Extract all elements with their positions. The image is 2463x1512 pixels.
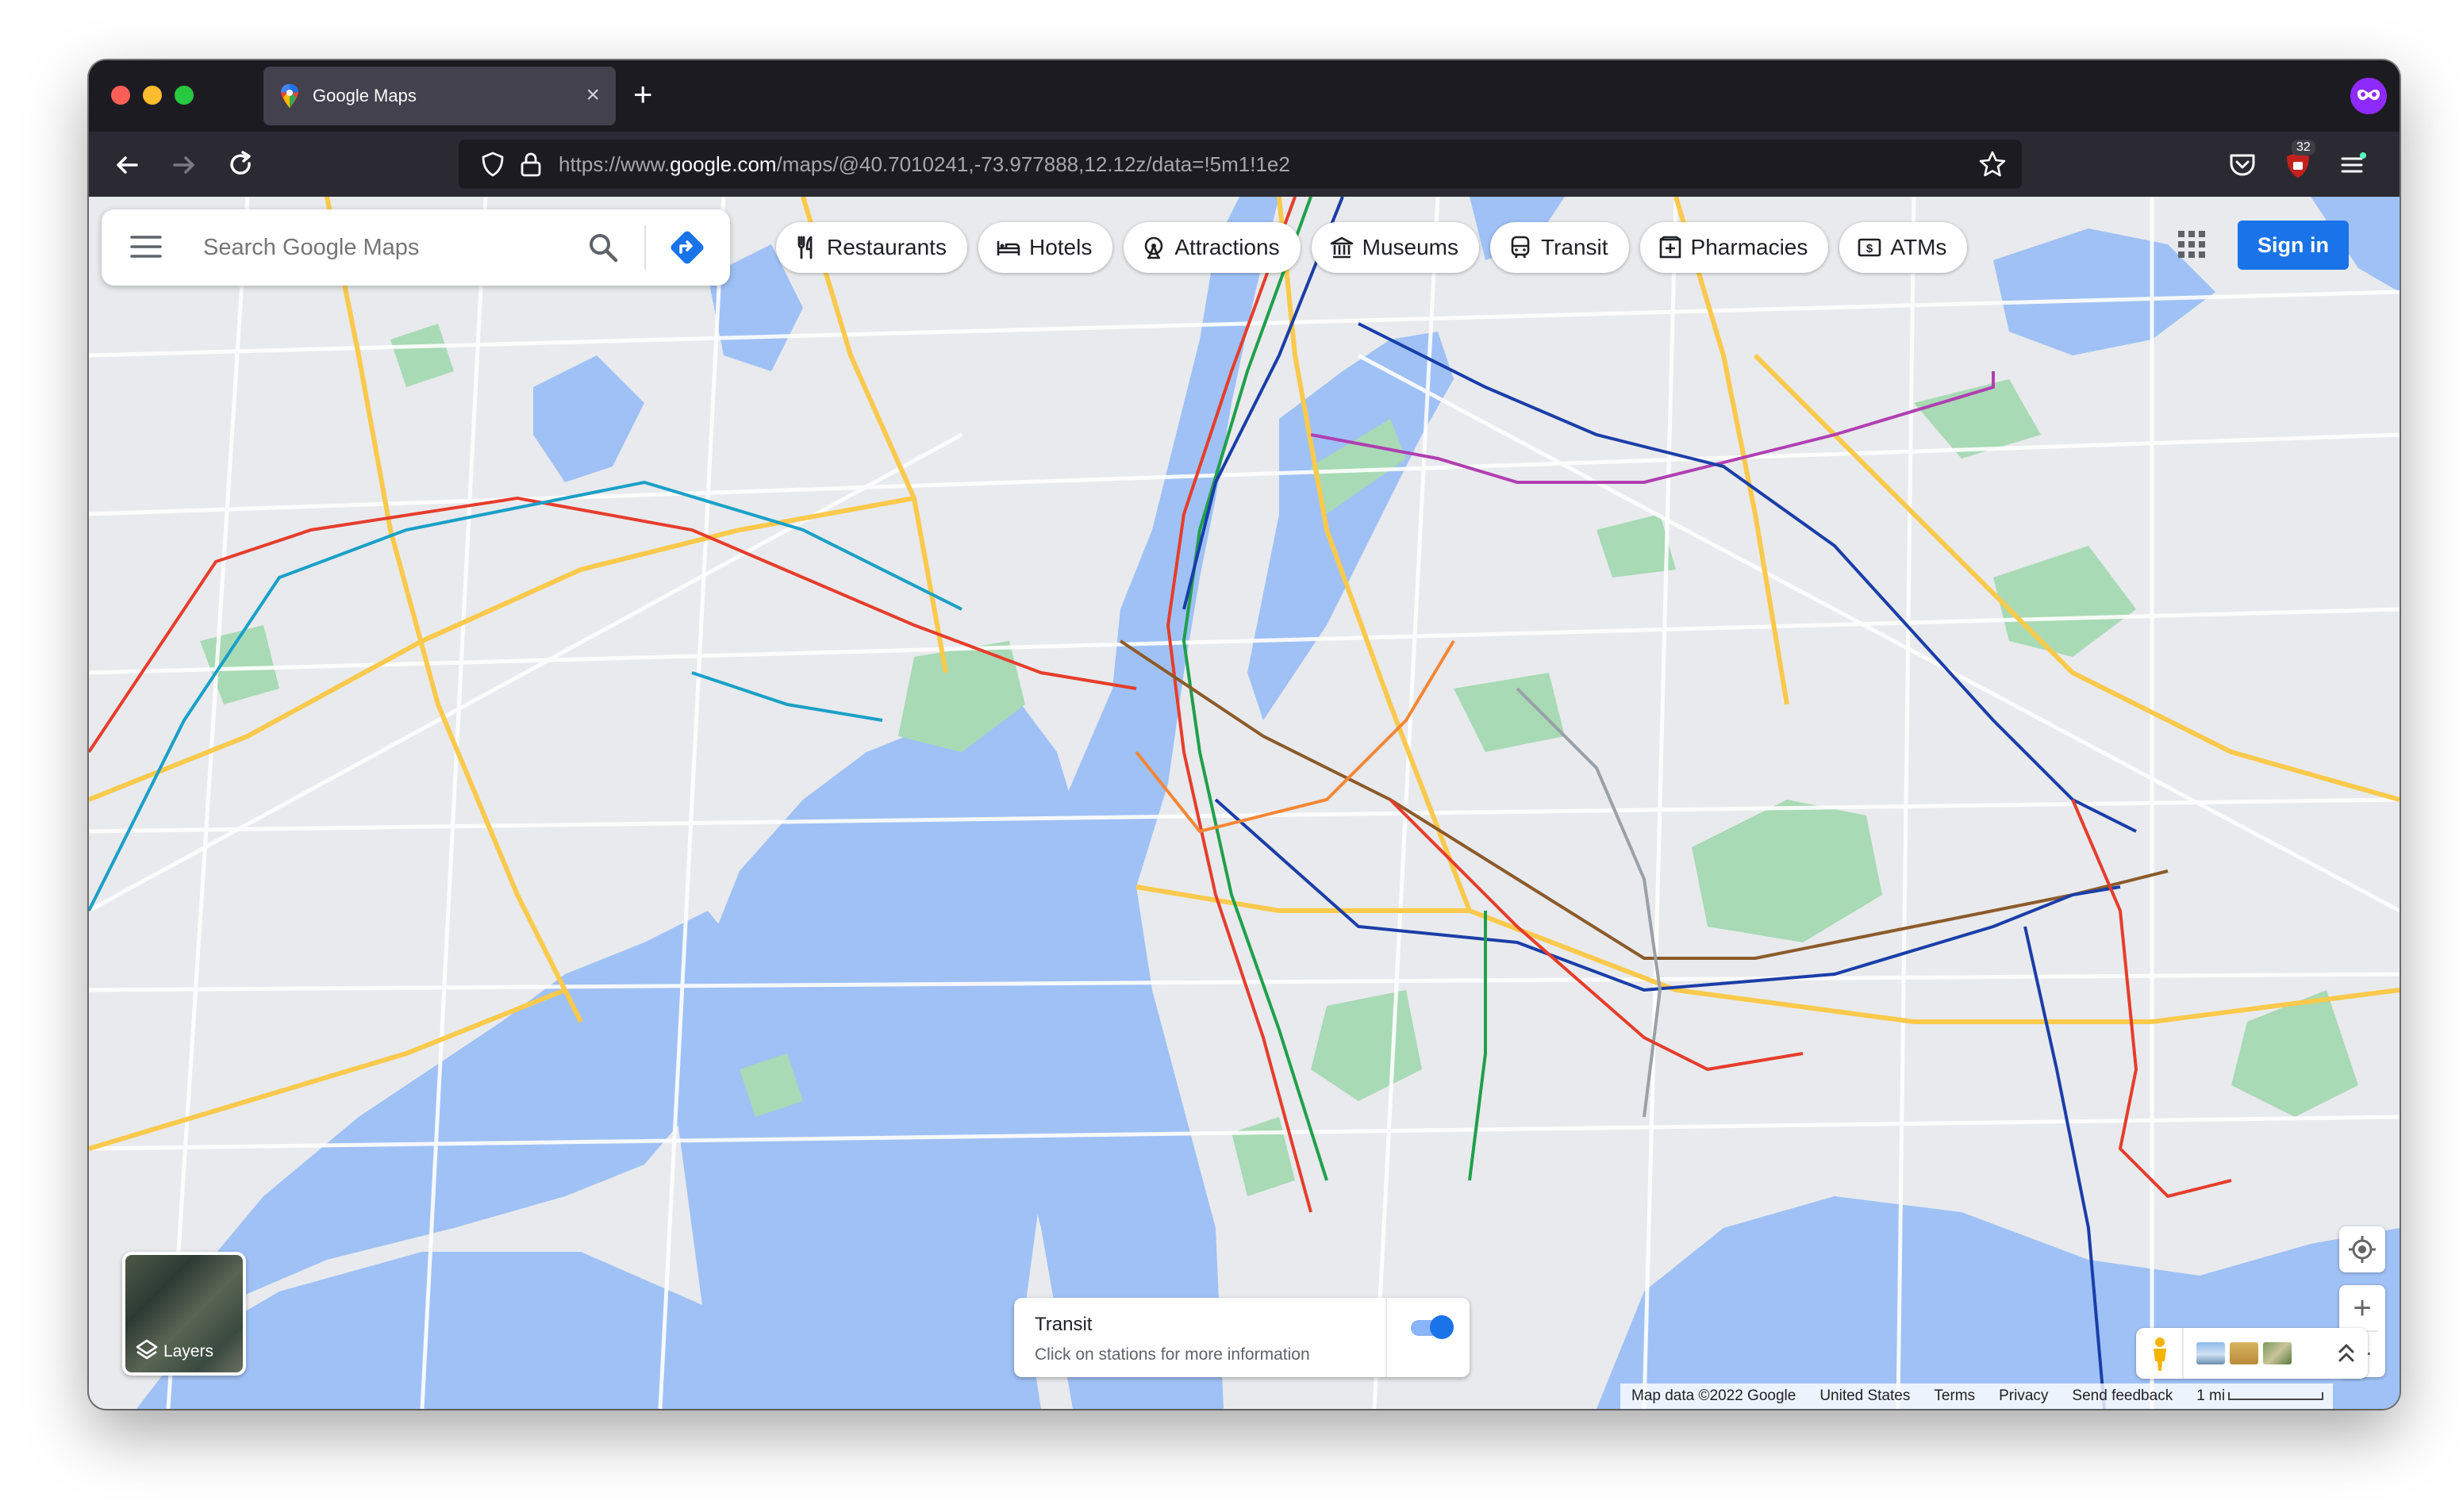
tab-google-maps[interactable]: Google Maps ×	[263, 67, 616, 125]
atm-icon: $	[1858, 238, 1881, 257]
sign-in-button[interactable]: Sign in	[2238, 221, 2349, 270]
imagery-thumbnail-2[interactable]	[2230, 1342, 2258, 1364]
url-path: /maps/@40.7010241,-73.977888,12.12z/data…	[776, 152, 1290, 176]
close-window-button[interactable]	[111, 86, 130, 105]
scale-indicator[interactable]: 1 mi	[2196, 1387, 2324, 1405]
send-feedback-link[interactable]: Send feedback	[2072, 1387, 2173, 1405]
tab-bar: Google Maps × +	[89, 60, 2400, 132]
layers-icon	[136, 1339, 158, 1360]
terms-link[interactable]: Terms	[1934, 1387, 1975, 1405]
layers-label: Layers	[163, 1342, 214, 1360]
chip-restaurants[interactable]: Restaurants	[776, 222, 967, 273]
bookmark-star-icon[interactable]	[1977, 149, 2008, 179]
browser-window: Google Maps × + https://www.google.com/m…	[89, 60, 2400, 1409]
menu-hamburger-icon[interactable]	[130, 233, 162, 260]
search-divider	[644, 225, 646, 270]
chip-hotels[interactable]: Hotels	[978, 222, 1113, 273]
search-icon[interactable]	[586, 230, 621, 265]
chip-label: Hotels	[1028, 235, 1093, 259]
scale-label: 1 mi	[2196, 1387, 2226, 1404]
back-arrow-icon[interactable]	[110, 148, 144, 182]
pocket-icon[interactable]	[2225, 148, 2260, 182]
chip-attractions[interactable]: Attractions	[1124, 222, 1301, 273]
forward-arrow-icon[interactable]	[167, 148, 202, 182]
transit-toggle[interactable]	[1406, 1315, 1454, 1339]
url-prefix: https://www.	[559, 152, 671, 176]
chip-label: Transit	[1541, 235, 1608, 259]
app-menu-hamburger-icon[interactable]	[2334, 148, 2369, 182]
transit-info-panel: Transit Click on stations for more infor…	[1014, 1298, 1470, 1377]
privacy-link[interactable]: Privacy	[1999, 1387, 2048, 1405]
train-icon	[1511, 236, 1530, 259]
chip-label: Pharmacies	[1690, 235, 1808, 259]
transit-panel-divider	[1385, 1298, 1387, 1377]
google-apps-grid-icon[interactable]	[2176, 228, 2207, 260]
imagery-thumbnail-3[interactable]	[2263, 1342, 2292, 1364]
chip-label: Restaurants	[827, 235, 947, 259]
chip-transit[interactable]: Transit	[1490, 222, 1629, 273]
chip-pharmacies[interactable]: Pharmacies	[1639, 222, 1829, 273]
chip-label: Attractions	[1174, 235, 1280, 259]
private-mask-icon[interactable]	[2350, 78, 2387, 114]
map-attribution-bar: Map data ©2022 Google United States Term…	[1620, 1383, 2334, 1409]
chip-museums[interactable]: Museums	[1311, 222, 1479, 273]
tracking-protection-shield-icon[interactable]	[479, 151, 506, 178]
pharmacy-icon	[1659, 236, 1681, 259]
lock-icon[interactable]	[519, 151, 543, 178]
my-location-button[interactable]	[2339, 1226, 2385, 1272]
chip-label: ATMs	[1890, 235, 1947, 259]
directions-icon[interactable]	[667, 227, 708, 268]
search-input[interactable]: Search Google Maps	[203, 235, 419, 261]
ferris-wheel-icon	[1145, 236, 1163, 259]
new-tab-button[interactable]: +	[633, 75, 653, 114]
maximize-window-button[interactable]	[175, 86, 194, 105]
tab-title: Google Maps	[313, 86, 417, 106]
imagery-thumbnail-1[interactable]	[2196, 1342, 2225, 1364]
transit-panel-title: Transit	[1035, 1314, 1093, 1335]
minimize-window-button[interactable]	[143, 86, 162, 105]
map-canvas[interactable]: Search Google Maps Restaurants Hotels At…	[89, 197, 2400, 1409]
my-location-icon	[2349, 1236, 2376, 1263]
street-view-imagery-panel	[2136, 1328, 2368, 1379]
toggle-knob	[1430, 1315, 1454, 1339]
chip-label: Museums	[1362, 235, 1458, 259]
fork-knife-icon	[797, 236, 813, 259]
search-box[interactable]: Search Google Maps	[102, 209, 730, 286]
museum-icon	[1330, 236, 1353, 259]
url-host: google.com	[670, 152, 777, 176]
svg-text:$: $	[1866, 242, 1873, 255]
zoom-in-button[interactable]: +	[2339, 1285, 2385, 1331]
reload-icon[interactable]	[224, 148, 259, 182]
transit-panel-subtitle: Click on stations for more information	[1035, 1345, 1310, 1364]
google-maps-favicon-icon	[281, 84, 298, 108]
navigation-toolbar: https://www.google.com/maps/@40.7010241,…	[89, 132, 2400, 197]
scale-bar	[2228, 1391, 2324, 1400]
panel-divider	[2182, 1328, 2184, 1379]
layers-button[interactable]: Layers	[122, 1252, 246, 1376]
tab-close-icon[interactable]: ×	[586, 81, 600, 109]
bed-icon	[997, 241, 1020, 255]
pegman-icon[interactable]	[2149, 1336, 2171, 1372]
address-bar[interactable]: https://www.google.com/maps/@40.7010241,…	[459, 140, 2022, 189]
map-data-credit: Map data ©2022 Google	[1631, 1387, 1796, 1404]
url-text: https://www.google.com/maps/@40.7010241,…	[559, 152, 1290, 177]
map-base-layer	[89, 197, 2400, 1409]
chip-atms[interactable]: $ ATMs	[1839, 222, 1968, 273]
category-chips: Restaurants Hotels Attractions Museums T…	[776, 222, 1968, 273]
expand-chevron-icon[interactable]	[2334, 1339, 2358, 1368]
region-link[interactable]: United States	[1819, 1387, 1910, 1405]
extension-badge-count: 32	[2292, 140, 2315, 155]
